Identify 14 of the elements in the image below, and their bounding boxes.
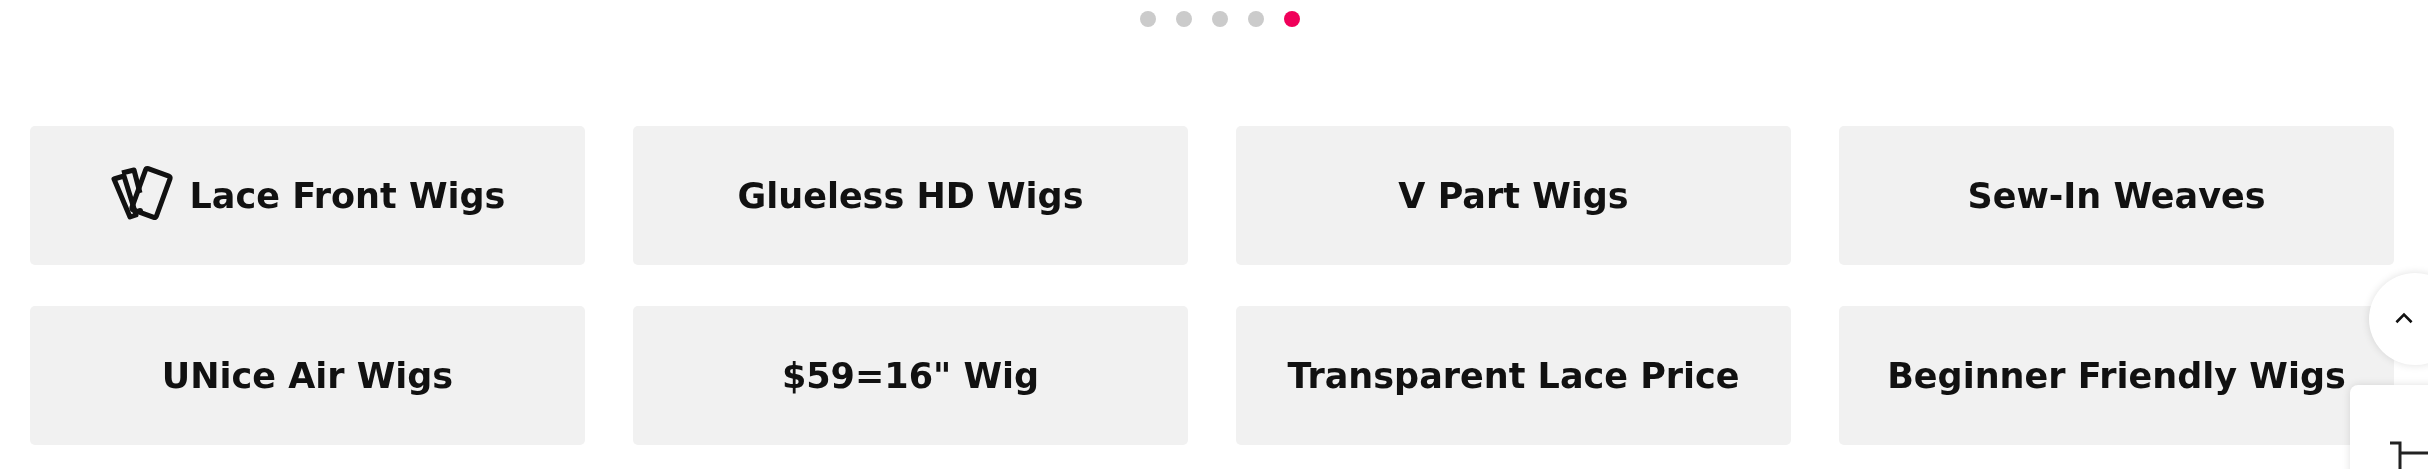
carousel-dot[interactable] bbox=[1284, 11, 1300, 27]
category-link[interactable]: UNice Air Wigs bbox=[30, 306, 585, 445]
category-link[interactable]: V Part Wigs bbox=[1236, 126, 1791, 265]
category-link[interactable]: Transparent Lace Price bbox=[1236, 306, 1791, 445]
carousel-dot[interactable] bbox=[1248, 11, 1264, 27]
category-link[interactable]: $59=16" Wig bbox=[633, 306, 1188, 445]
category-link[interactable]: Glueless HD Wigs bbox=[633, 126, 1188, 265]
category-link[interactable]: Sew-In Weaves bbox=[1839, 126, 2394, 265]
cart-icon bbox=[2388, 439, 2428, 469]
category-link[interactable]: Beginner Friendly Wigs bbox=[1839, 306, 2394, 445]
category-link[interactable]: Lace Front Wigs bbox=[30, 126, 585, 265]
carousel-dot[interactable] bbox=[1176, 11, 1192, 27]
carousel-dot[interactable] bbox=[1140, 11, 1156, 27]
carousel-dot[interactable] bbox=[1212, 11, 1228, 27]
